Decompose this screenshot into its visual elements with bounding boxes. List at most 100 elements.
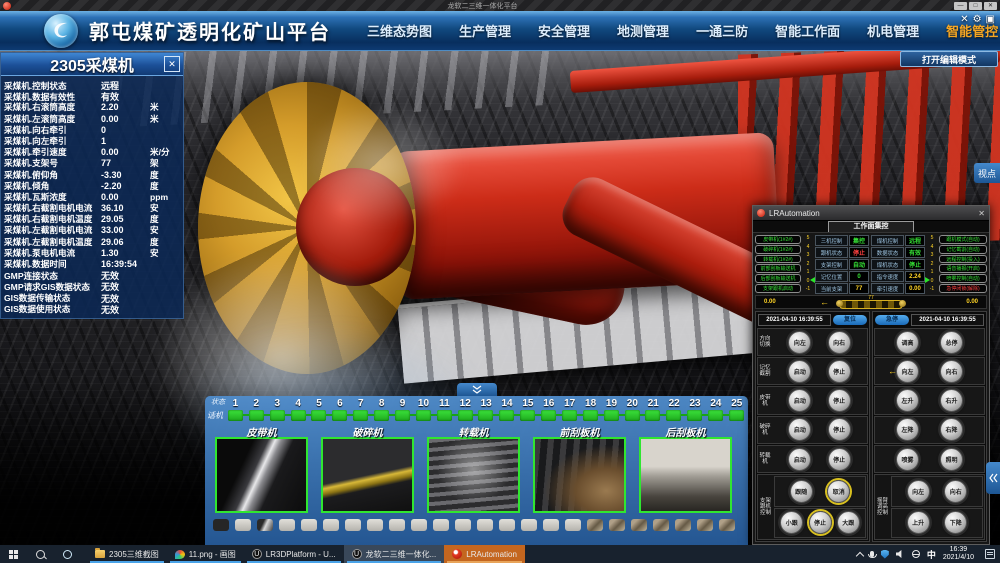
round-control-button[interactable]: 停止 — [828, 389, 851, 412]
nav-item[interactable]: 生产管理 — [459, 21, 511, 40]
round-control-button[interactable]: 停止 — [809, 511, 832, 534]
taskbar-app[interactable]: U龙软二三维一体化... — [344, 545, 445, 563]
device-control-button[interactable]: 皮带机(1#2#) — [755, 235, 801, 244]
nav-item[interactable]: 安全管理 — [538, 21, 590, 40]
nav-item[interactable]: 三维态势图 — [367, 21, 432, 40]
mode-button[interactable]: 喷雾控制(自动) — [939, 274, 987, 283]
workface-control-tab[interactable]: 工作面集控 — [828, 221, 914, 232]
strip-thumb[interactable] — [697, 519, 713, 531]
settings-gear-icon[interactable]: ⚙ — [973, 14, 982, 25]
strip-thumb[interactable] — [433, 519, 449, 531]
camera-thumb[interactable]: 后刮板机 — [639, 424, 732, 513]
strip-thumb[interactable] — [323, 519, 339, 531]
device-control-button[interactable]: 前部刮板输送机 — [755, 264, 801, 273]
round-control-button[interactable]: 向右 — [944, 480, 967, 503]
strip-thumb[interactable] — [257, 519, 273, 531]
round-control-button[interactable]: 取消 — [827, 480, 850, 503]
mode-button[interactable]: 语音播报(开启) — [939, 264, 987, 273]
edit-mode-button[interactable]: 打开编辑模式 — [900, 51, 998, 67]
nav-item[interactable]: 一通三防 — [696, 21, 748, 40]
maximize-button[interactable]: □ — [969, 2, 982, 10]
strip-thumb[interactable] — [521, 519, 537, 531]
round-control-button[interactable]: 左降 — [896, 418, 919, 441]
taskbar-app[interactable]: ULR3DPlatform - U... — [244, 545, 344, 563]
mode-button[interactable]: 急停闭锁(解除) — [939, 284, 987, 293]
nav-item[interactable]: 智能工作面 — [775, 21, 840, 40]
minimize-button[interactable]: — — [954, 2, 967, 10]
strip-thumb[interactable] — [367, 519, 383, 531]
camera-thumb[interactable]: 转载机 — [427, 424, 520, 513]
round-control-button[interactable]: 向左 — [896, 360, 919, 383]
round-control-button[interactable]: 停止 — [828, 418, 851, 441]
round-control-button[interactable]: 向左 — [788, 331, 811, 354]
round-control-button[interactable]: 启动 — [788, 448, 811, 471]
device-control-button[interactable]: 转载机(1#2#) — [755, 255, 801, 264]
round-control-button[interactable]: 上升 — [907, 511, 930, 534]
strip-thumb[interactable] — [477, 519, 493, 531]
reset-button[interactable]: 复位 — [833, 315, 867, 325]
round-control-button[interactable]: 右升 — [940, 389, 963, 412]
strip-thumb[interactable] — [543, 519, 559, 531]
round-control-button[interactable]: 启动 — [788, 418, 811, 441]
estop-button[interactable]: 急停 — [875, 315, 909, 325]
strip-thumb[interactable] — [455, 519, 471, 531]
ime-indicator[interactable]: 中 — [927, 548, 936, 561]
taskbar-app[interactable]: 2305三维截图 — [87, 545, 167, 563]
round-control-button[interactable]: 跟随 — [790, 480, 813, 503]
strip-thumb[interactable] — [235, 519, 251, 531]
strip-thumb[interactable] — [675, 519, 691, 531]
mode-button[interactable]: 记忆截割(自动) — [939, 245, 987, 254]
mode-button[interactable]: 远程控制(投入) — [939, 255, 987, 264]
close-button[interactable]: ✕ — [984, 2, 997, 10]
camera-thumb[interactable]: 破碎机 — [321, 424, 414, 513]
strip-thumb[interactable] — [631, 519, 647, 531]
round-control-button[interactable]: 启动 — [788, 389, 811, 412]
lr-close-button[interactable]: ✕ — [978, 209, 985, 218]
round-control-button[interactable]: 调高 — [896, 331, 919, 354]
hidden-icons-chevron-icon[interactable] — [856, 551, 864, 559]
strip-thumb[interactable] — [389, 519, 405, 531]
round-control-button[interactable]: 向右 — [828, 331, 851, 354]
mode-button[interactable]: 跟机模式(自动) — [939, 235, 987, 244]
start-button[interactable] — [0, 545, 27, 563]
strip-thumb[interactable] — [587, 519, 603, 531]
cortana-button[interactable] — [54, 545, 81, 563]
strip-thumb[interactable] — [301, 519, 317, 531]
camera-thumb[interactable]: 皮带机 — [215, 424, 308, 513]
strip-thumb[interactable] — [719, 519, 735, 531]
round-control-button[interactable]: 喷雾 — [896, 448, 919, 471]
camera-thumb[interactable]: 前刮板机 — [533, 424, 626, 513]
camera-feed[interactable] — [427, 437, 520, 513]
taskbar-app[interactable]: LRAutomation — [444, 545, 525, 563]
round-control-button[interactable]: 停止 — [828, 360, 851, 383]
action-center-icon[interactable] — [985, 549, 995, 559]
device-control-button[interactable]: 支架跟机启动 — [755, 284, 801, 293]
taskbar-clock[interactable]: 16:39 2021/4/10 — [943, 546, 974, 562]
round-control-button[interactable]: 照明 — [940, 448, 963, 471]
device-control-button[interactable]: 后部刮板输送机 — [755, 274, 801, 283]
strip-thumb[interactable] — [345, 519, 361, 531]
strip-thumb[interactable] — [213, 519, 229, 531]
collapse-down-tab[interactable] — [457, 383, 497, 396]
viewpoint-tab[interactable]: 视点 — [974, 163, 1000, 183]
network-icon[interactable] — [912, 550, 920, 558]
camera-feed[interactable] — [533, 437, 626, 513]
window-mode-icon[interactable]: ▣ — [986, 14, 995, 25]
strip-thumb[interactable] — [499, 519, 515, 531]
camera-feed[interactable] — [639, 437, 732, 513]
round-control-button[interactable]: 停止 — [828, 448, 851, 471]
device-control-button[interactable]: 破碎机(1#2#) — [755, 245, 801, 254]
microphone-icon[interactable] — [870, 551, 874, 557]
camera-feed[interactable] — [215, 437, 308, 513]
round-control-button[interactable]: 向右 — [940, 360, 963, 383]
security-shield-icon[interactable] — [881, 550, 889, 559]
round-control-button[interactable]: 下降 — [944, 511, 967, 534]
strip-thumb[interactable] — [279, 519, 295, 531]
round-control-button[interactable]: 总停 — [940, 331, 963, 354]
taskbar-app[interactable]: 11.png - 画图 — [167, 545, 244, 563]
volume-icon[interactable] — [896, 550, 905, 558]
strip-thumb[interactable] — [565, 519, 581, 531]
round-control-button[interactable]: 启动 — [788, 360, 811, 383]
camera-feed[interactable] — [321, 437, 414, 513]
strip-thumb[interactable] — [609, 519, 625, 531]
